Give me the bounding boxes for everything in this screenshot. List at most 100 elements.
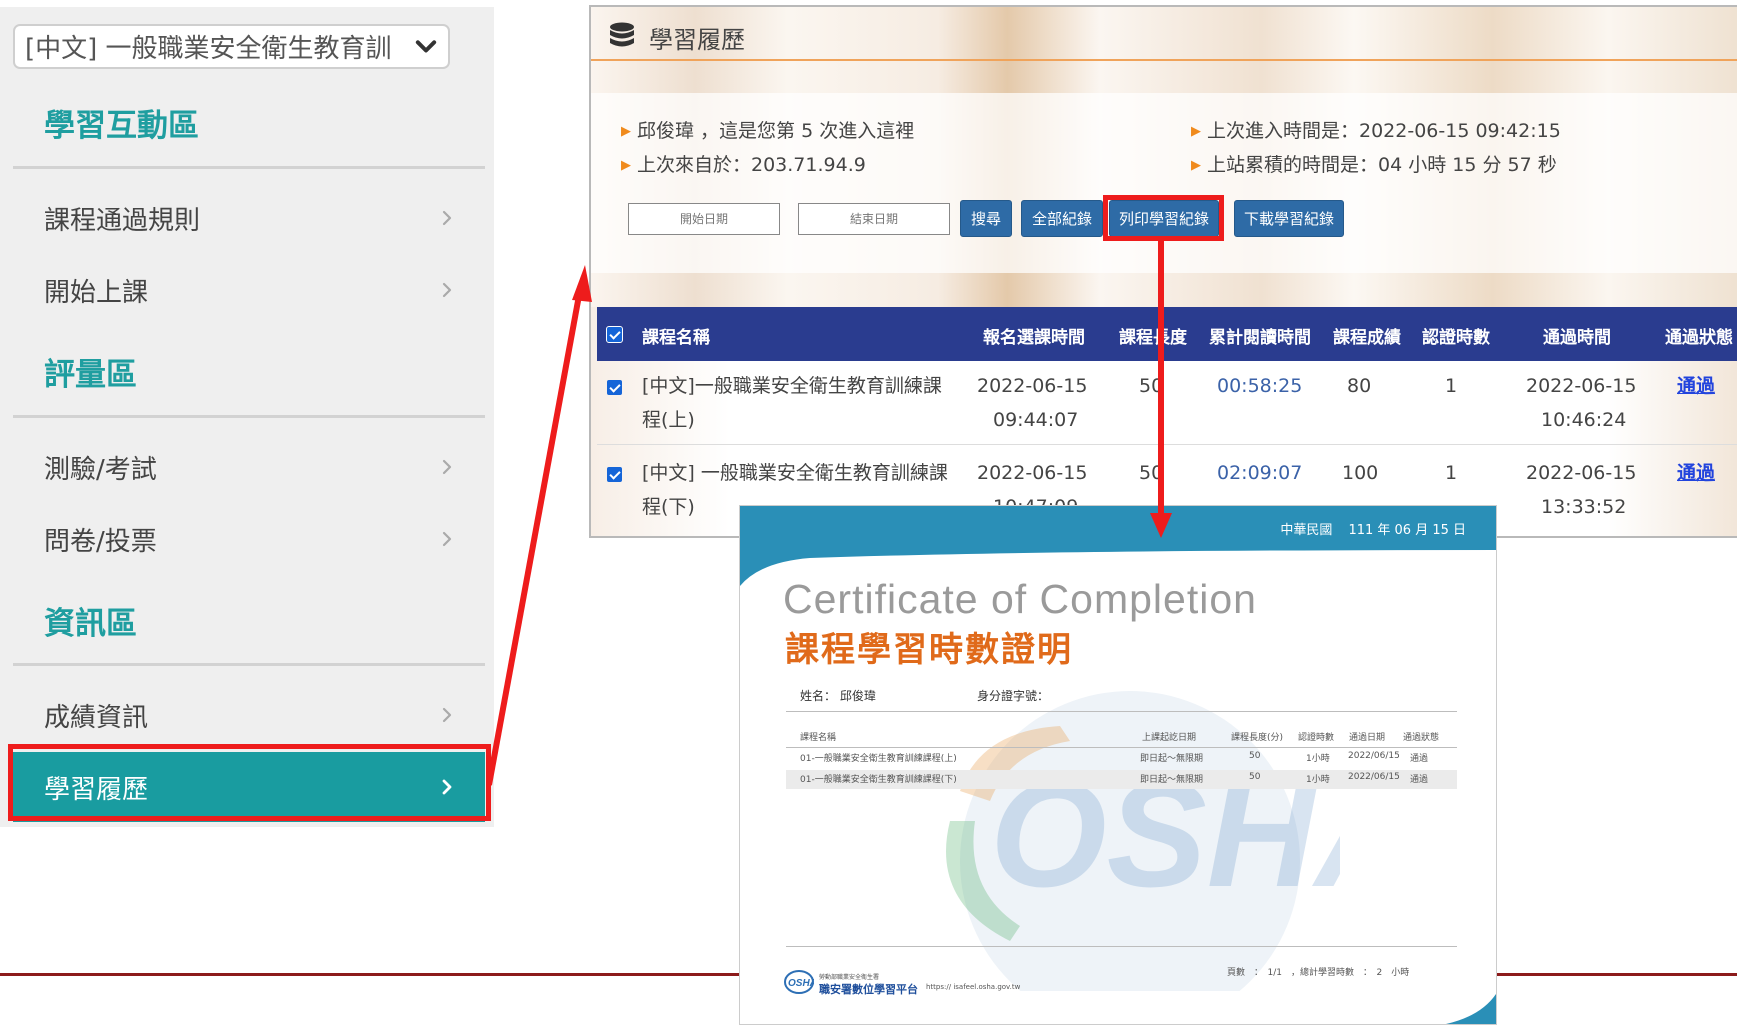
- course-select[interactable]: [中文] 一般職業安全衛生教育訓: [13, 24, 450, 69]
- section-title-assessment: 評量區: [44, 357, 137, 393]
- certificate-title-en: Certificate of Completion: [783, 576, 1257, 622]
- triangle-bullet-icon: ▶: [1191, 124, 1201, 139]
- cert-row2-dates: 即日起～無限期: [1140, 775, 1204, 785]
- row-divider: [597, 444, 1737, 445]
- select-all-checkbox[interactable]: [606, 326, 623, 343]
- pass-time-cell: 13:33:52: [1541, 496, 1627, 518]
- certificate-corner-accent: [1446, 994, 1496, 1024]
- cert-col-course: 課程名稱: [800, 733, 837, 743]
- table-header: 課程名稱 報名選課時間 課程長度 累計閱讀時間 課程成績 認證時數 通過時間 通…: [597, 307, 1737, 361]
- cert-row1-pass-date: 2022/06/15: [1348, 751, 1400, 761]
- arrow-sidebar-to-panel: [486, 265, 592, 786]
- print-button-highlight-box: [1103, 195, 1224, 241]
- name-value: 邱俊瑋: [839, 689, 876, 703]
- col-enroll-time: 報名選課時間: [983, 328, 1085, 348]
- table-row: [中文]一般職業安全衛生教育訓練課程(上) 2022-06-15 09:44:0…: [597, 369, 1737, 445]
- row-checkbox[interactable]: [607, 380, 622, 395]
- col-course-length: 課程長度: [1119, 328, 1187, 348]
- triangle-bullet-icon: ▶: [1191, 158, 1201, 173]
- col-pass-time: 通過時間: [1543, 328, 1611, 348]
- chevron-right-icon: [442, 707, 452, 723]
- certificate-date-era: 中華民國: [1280, 523, 1333, 538]
- last-ip-value: 上次來自於：203.71.94.9: [637, 154, 866, 176]
- all-records-button[interactable]: 全部紀錄: [1021, 200, 1103, 237]
- section-divider: [13, 663, 485, 666]
- sidebar-item-label: 開始上課: [44, 277, 149, 308]
- sidebar-item-label: 成績資訊: [44, 702, 149, 733]
- pass-date-cell: 2022-06-15: [1526, 462, 1637, 484]
- sidebar: [中文] 一般職業安全衛生教育訓 學習互動區 課程通過規則 開始上課 評量區 測…: [0, 7, 494, 827]
- osha-watermark-logo: OSHA: [946, 691, 1340, 991]
- course-select-value: [中文] 一般職業安全衛生教育訓: [25, 34, 392, 64]
- sidebar-item-label: 測驗/考試: [44, 454, 157, 485]
- cert-col-length: 課程長度(分): [1231, 733, 1284, 743]
- cert-col-hours: 認證時數: [1298, 733, 1335, 743]
- search-button[interactable]: 搜尋: [960, 200, 1012, 237]
- sidebar-item-survey[interactable]: 問卷/投票: [13, 504, 485, 574]
- length-cell: 50: [1139, 462, 1164, 484]
- last-login-value: 上次進入時間是：2022-06-15 09:42:15: [1207, 120, 1561, 142]
- cert-row1-length: 50: [1249, 751, 1261, 761]
- read-time-cell: 00:58:25: [1217, 375, 1303, 397]
- sidebar-item-label: 課程通過規則: [44, 205, 201, 236]
- pass-status-link[interactable]: 通過: [1677, 369, 1715, 403]
- total-time-text: ▶ 上站累積的時間是：04 小時 15 分 57 秒: [1191, 150, 1557, 177]
- last-login-text: ▶ 上次進入時間是：2022-06-15 09:42:15: [1191, 116, 1561, 143]
- certificate-top-band: 中華民國 111 年 06 月 15 日: [740, 506, 1496, 550]
- svg-text:OSHA: OSHA: [788, 978, 814, 989]
- score-cell: 100: [1342, 462, 1379, 484]
- cert-row2-hours: 1小時: [1306, 775, 1330, 785]
- sidebar-item-course-rules[interactable]: 課程通過規則: [13, 183, 485, 253]
- section-title-info: 資訊區: [44, 606, 137, 642]
- total-time-value: 上站累積的時間是：04 小時 15 分 57 秒: [1207, 154, 1557, 176]
- chevron-right-icon: [442, 282, 452, 298]
- last-ip-text: ▶ 上次來自於：203.71.94.9: [621, 150, 866, 177]
- footer-pages: 頁數 ： 1/1 ，總計學習時數 ： 2 小時: [1227, 968, 1410, 978]
- cert-row2-course: 01-一般職業安全衛生教育訓練課程(下): [800, 775, 957, 785]
- cert-row1-hours: 1小時: [1306, 754, 1330, 764]
- panel-title: 學習履歷: [649, 26, 745, 54]
- col-course-name: 課程名稱: [642, 328, 710, 348]
- start-date-input[interactable]: [628, 203, 780, 235]
- chevron-right-icon: [442, 459, 452, 475]
- sidebar-item-start-class[interactable]: 開始上課: [13, 255, 485, 325]
- read-time-cell: 02:09:07: [1217, 462, 1303, 484]
- length-cell: 50: [1139, 375, 1164, 397]
- col-hours: 認證時數: [1422, 328, 1490, 348]
- cert-col-dates: 上課起訖日期: [1142, 733, 1197, 743]
- welcome-text: ▶ 邱俊瑋 ，這是您第 5 次進入這裡: [621, 116, 914, 143]
- footer-org: 職安署數位學習平台: [819, 983, 918, 996]
- sidebar-item-exam[interactable]: 測驗/考試: [13, 432, 485, 502]
- sidebar-item-grades[interactable]: 成績資訊: [13, 680, 485, 750]
- cert-row1-course: 01-一般職業安全衛生教育訓練課程(上): [800, 754, 957, 764]
- welcome-value: 邱俊瑋 ，這是您第 5 次進入這裡: [637, 120, 915, 142]
- cert-col-status: 通過狀態: [1403, 733, 1440, 743]
- triangle-bullet-icon: ▶: [621, 124, 631, 139]
- certificate-title-zh: 課程學習時數證明: [785, 630, 1073, 670]
- enroll-date-cell: 2022-06-15: [977, 375, 1088, 397]
- section-divider: [13, 415, 485, 418]
- database-icon: [610, 22, 634, 47]
- pass-date-cell: 2022-06-15: [1526, 375, 1637, 397]
- hours-cell: 1: [1445, 375, 1458, 397]
- certificate-id-label: 身分證字號：: [977, 689, 1050, 703]
- section-divider: [13, 166, 485, 169]
- certificate-rule: [786, 747, 1457, 748]
- chevron-down-icon: [415, 39, 437, 52]
- row-checkbox[interactable]: [607, 467, 622, 482]
- pass-status-link[interactable]: 通過: [1677, 456, 1715, 490]
- sidebar-item-label: 問卷/投票: [44, 526, 157, 557]
- name-label: 姓名：: [800, 689, 837, 703]
- chevron-right-icon: [442, 531, 452, 547]
- col-pass-status: 通過狀態: [1665, 328, 1733, 348]
- end-date-input[interactable]: [798, 203, 950, 235]
- course-name-cell: [中文]一般職業安全衛生教育訓練課程(上): [642, 375, 942, 431]
- cert-row1-dates: 即日起～無限期: [1140, 754, 1204, 764]
- certificate-preview: 中華民國 111 年 06 月 15 日 OSHA Certificate of …: [739, 505, 1497, 1025]
- download-records-button[interactable]: 下載學習紀錄: [1234, 200, 1344, 237]
- triangle-bullet-icon: ▶: [621, 158, 631, 173]
- cert-row1-status: 通過: [1410, 754, 1429, 764]
- score-cell: 80: [1347, 375, 1372, 397]
- osha-logo-icon: OSHA: [784, 970, 814, 994]
- cert-col-pass-date: 通過日期: [1349, 733, 1386, 743]
